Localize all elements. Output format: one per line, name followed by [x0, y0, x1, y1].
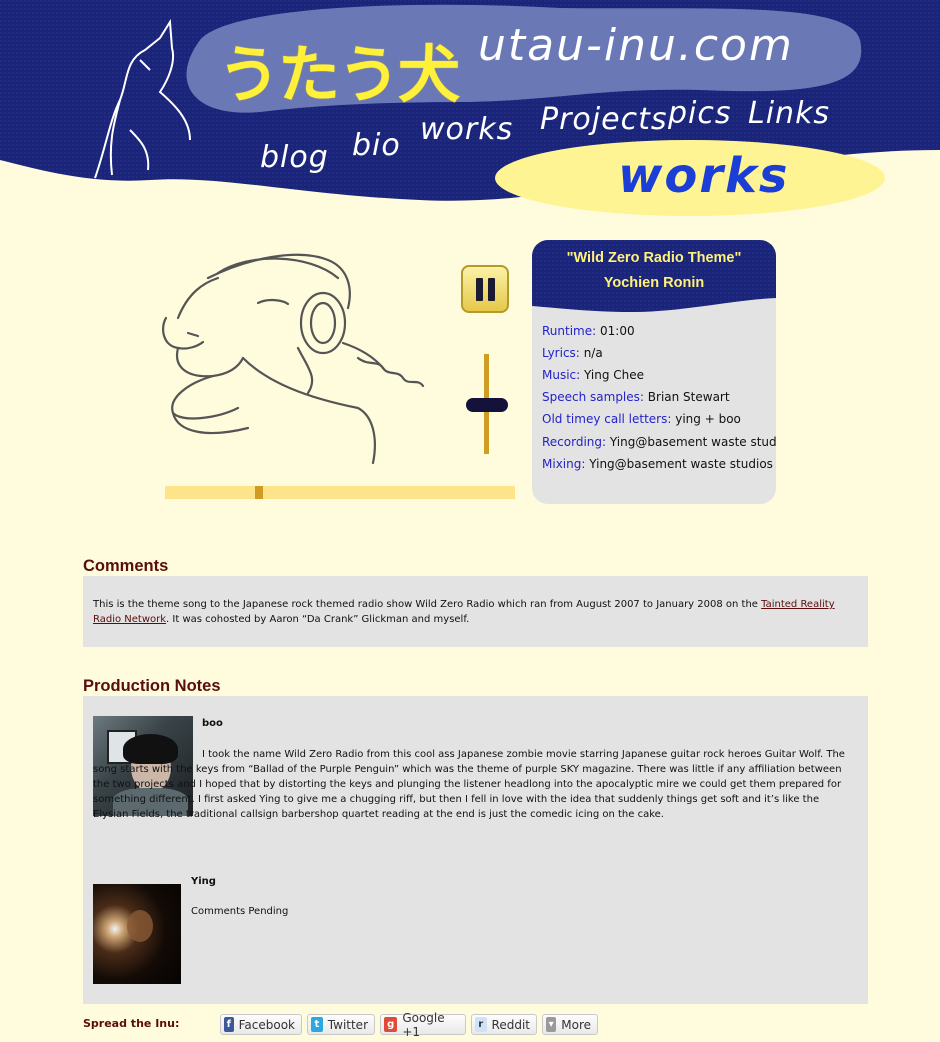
credit-label: Recording: [542, 435, 607, 449]
credit-lyrics: Lyrics: n/a [542, 346, 603, 360]
section-title: works [618, 148, 790, 204]
ying-avatar [93, 884, 181, 984]
nav-links[interactable]: Links [748, 96, 830, 131]
credit-value: n/a [583, 346, 603, 360]
note-text: Comments Pending [191, 906, 289, 917]
credit-value: Brian Stewart [647, 390, 730, 404]
track-artist: Yochien Ronin [603, 275, 705, 291]
share-button-label: Facebook [238, 1017, 295, 1032]
comments-text: This is the theme song to the Japanese r… [93, 597, 858, 627]
nav-works[interactable]: works [420, 112, 513, 147]
more-share-button[interactable]: ▾ More [542, 1014, 598, 1035]
credit-label: Music: [542, 368, 581, 382]
volume-slider-handle[interactable] [466, 398, 508, 412]
credit-label: Lyrics: [542, 346, 580, 360]
credit-mixing: Mixing: Ying@basement waste studios [542, 457, 773, 471]
dog-headphones-illustration [162, 253, 425, 465]
nav-bio[interactable]: bio [352, 128, 401, 163]
credit-label: Old timey call letters: [542, 412, 672, 426]
credit-music: Music: Ying Chee [542, 368, 644, 382]
google-plus-share-button[interactable]: g Google +1 [380, 1011, 466, 1039]
production-notes-panel: boo I took the name Wild Zero Radio from… [83, 696, 868, 1004]
reddit-share-button[interactable]: r Reddit [471, 1014, 537, 1035]
comments-text-part: . It was cohosted by Aaron “Da Crank” Gl… [166, 614, 470, 625]
credit-label: Speech samples: [542, 390, 644, 404]
progress-handle[interactable] [255, 486, 263, 499]
comments-heading: Comments [83, 557, 169, 575]
credit-runtime: Runtime: 01:00 [542, 324, 635, 338]
facebook-icon: f [224, 1017, 234, 1032]
share-button-label: Twitter [327, 1017, 368, 1032]
pause-button[interactable] [461, 265, 509, 313]
credit-recording: Recording: Ying@basement waste studios [542, 435, 776, 449]
twitter-icon: t [311, 1017, 323, 1032]
japanese-site-title[interactable]: うたう犬 [218, 24, 460, 114]
more-icon: ▾ [546, 1017, 557, 1032]
share-button-label: Reddit [491, 1017, 530, 1032]
track-info-card: "Wild Zero Radio Theme" Yochien Ronin Ru… [532, 240, 776, 504]
note-author: boo [202, 718, 223, 729]
google-plus-icon: g [384, 1017, 398, 1032]
note-author: Ying [191, 876, 216, 887]
comments-panel: This is the theme song to the Japanese r… [83, 576, 868, 647]
share-button-label: More [561, 1017, 591, 1032]
reddit-icon: r [475, 1017, 487, 1032]
note-text: I took the name Wild Zero Radio from thi… [93, 749, 845, 820]
site-name[interactable]: utau-inu.com [478, 20, 794, 71]
credit-value: ying + boo [675, 412, 741, 426]
credit-call-letters: Old timey call letters: ying + boo [542, 412, 741, 426]
credit-value: Ying@basement waste studios [609, 435, 776, 449]
share-button-label: Google +1 [402, 1010, 445, 1039]
credit-value: Ying Chee [584, 368, 645, 382]
facebook-share-button[interactable]: f Facebook [220, 1014, 302, 1035]
credit-label: Runtime: [542, 324, 597, 338]
site-header: うたう犬 utau-inu.com blog bio works Project… [0, 0, 940, 230]
credit-value: Ying@basement waste studios [589, 457, 773, 471]
nav-projects[interactable]: Projects [540, 102, 667, 137]
production-notes-heading: Production Notes [83, 677, 221, 695]
track-title: "Wild Zero Radio Theme" [566, 250, 742, 266]
credit-speech-samples: Speech samples: Brian Stewart [542, 390, 730, 404]
nav-pics[interactable]: pics [668, 96, 732, 131]
progress-bar[interactable] [165, 486, 515, 499]
credit-value: 01:00 [600, 324, 635, 338]
nav-blog[interactable]: blog [260, 140, 329, 175]
twitter-share-button[interactable]: t Twitter [307, 1014, 375, 1035]
share-label: Spread the Inu: [83, 1017, 180, 1030]
credit-label: Mixing: [542, 457, 586, 471]
comments-text-part: This is the theme song to the Japanese r… [93, 599, 762, 610]
